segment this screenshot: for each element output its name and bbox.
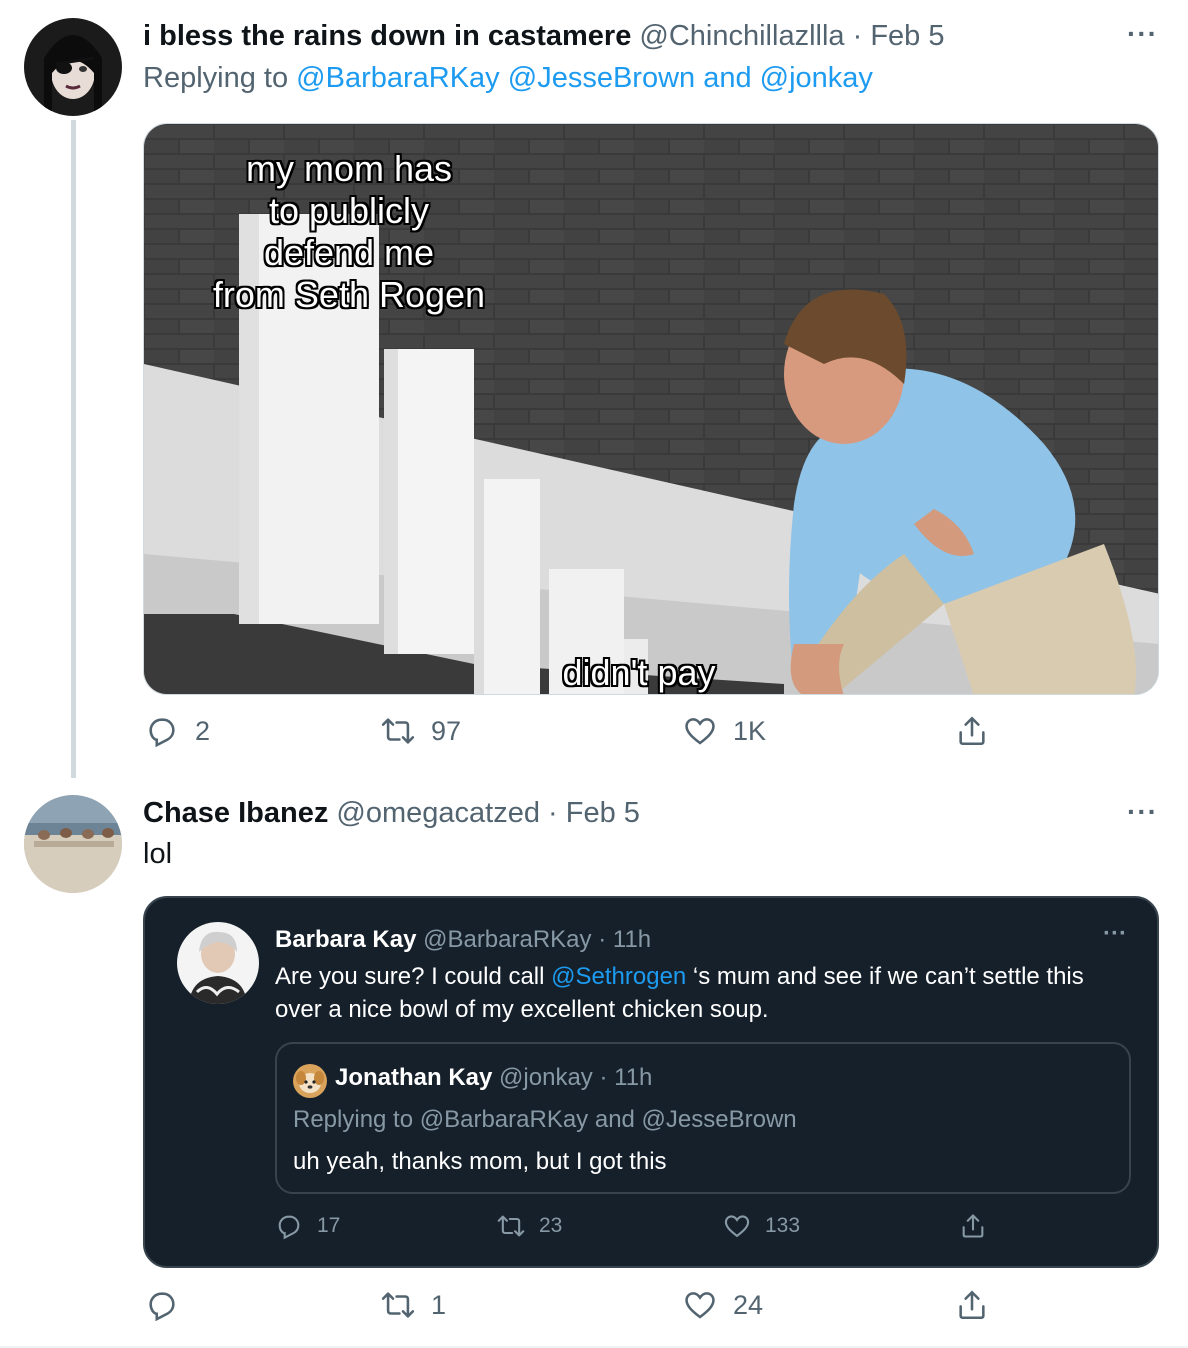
display-name: Barbara Kay	[275, 926, 417, 953]
separator: ·	[548, 797, 558, 829]
retweet-icon	[381, 1292, 415, 1318]
embedded-tweet-image[interactable]: Barbara Kay @BarbaraRKay · 11h ··· Are y…	[143, 896, 1159, 1268]
tweet-header: Chase Ibanez @omegacatzed · Feb 5	[143, 797, 640, 830]
reply-count: 17	[317, 1214, 341, 1237]
tweet-time: 11h	[614, 1064, 653, 1091]
embedded-tweet-text: Are you sure? I could call @Sethrogen ‘s…	[275, 960, 1135, 1026]
retweet-icon	[497, 1215, 525, 1237]
share-icon	[962, 1214, 984, 1238]
avatar	[177, 922, 259, 1004]
tweet-time: 11h	[612, 926, 652, 953]
more-options-icon[interactable]: ···	[1127, 796, 1158, 828]
quoted-tweet-text: uh yeah, thanks mom, but I got this	[293, 1148, 667, 1175]
separator: ·	[599, 1064, 608, 1091]
more-options-icon: ···	[1103, 920, 1127, 947]
heart-icon	[724, 1215, 750, 1238]
retweet-count: 23	[539, 1214, 563, 1237]
quoted-header: Jonathan Kay @jonkay · 11h	[335, 1064, 652, 1092]
retweet-button: 23	[497, 1212, 562, 1240]
user-handle[interactable]: @omegacatzed	[336, 797, 540, 829]
embedded-actions: 17 23 133	[275, 1212, 995, 1246]
like-count: 24	[733, 1289, 764, 1320]
quoted-tweet: Jonathan Kay @jonkay · 11h Replying to @…	[275, 1042, 1131, 1194]
tweet-2: Chase Ibanez @omegacatzed · Feb 5 ··· lo…	[0, 0, 1188, 1348]
tweet-date[interactable]: Feb 5	[566, 797, 640, 829]
reply-icon	[278, 1215, 300, 1240]
mention-link: @Sethrogen	[551, 963, 687, 990]
display-name[interactable]: Chase Ibanez	[143, 797, 328, 829]
reply-button: 17	[275, 1212, 340, 1240]
retweet-button[interactable]: 1	[381, 1288, 446, 1322]
share-button[interactable]	[955, 1288, 989, 1322]
tweet-actions: 1 24	[143, 1288, 1023, 1332]
display-name: Jonathan Kay	[335, 1064, 493, 1091]
retweet-count: 1	[431, 1289, 447, 1320]
separator: ·	[598, 926, 607, 953]
user-handle: @BarbaraRKay	[423, 926, 592, 953]
share-button	[959, 1212, 987, 1240]
tweet-text: lol	[143, 838, 173, 870]
replying-to: Replying to @BarbaraRKay and @JesseBrown	[293, 1106, 797, 1133]
like-button[interactable]: 24	[683, 1288, 763, 1322]
text-segment: Are you sure? I could call	[275, 963, 552, 990]
user-handle: @jonkay	[499, 1064, 593, 1091]
reply-button[interactable]	[145, 1288, 195, 1322]
reply-icon	[149, 1292, 175, 1322]
avatar[interactable]	[24, 795, 122, 893]
share-icon	[959, 1290, 985, 1320]
like-button: 133	[723, 1212, 800, 1240]
like-count: 133	[765, 1214, 801, 1237]
avatar	[293, 1064, 327, 1098]
heart-icon	[685, 1292, 715, 1319]
embedded-header: Barbara Kay @BarbaraRKay · 11h	[275, 926, 651, 954]
